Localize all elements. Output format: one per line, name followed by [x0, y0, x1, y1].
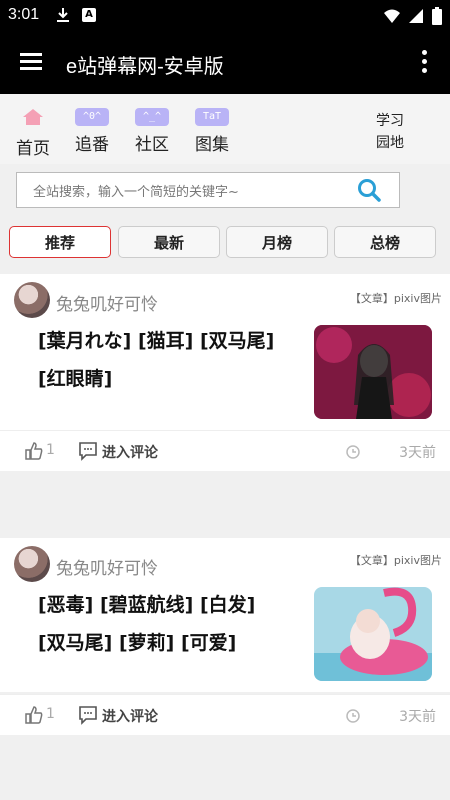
tags-line: [葉月れな] [猫耳] [双马尾] [38, 330, 275, 352]
status-bar: 3:01 A [0, 0, 450, 32]
post-meta: 【文章】pixiv图片 [349, 554, 442, 567]
wifi-icon [384, 9, 400, 23]
post-tags[interactable]: [恶毒] [碧蓝航线] [白发] [双马尾] [萝莉] [可爱] [38, 586, 288, 662]
post-author[interactable]: 兔兔叽好可怜 [56, 554, 158, 579]
nav-label: 图集 [195, 135, 229, 155]
nav-item-gallery[interactable]: TaT 图集 [187, 108, 237, 155]
search-box[interactable]: 全站搜索，输入一个简短的关键字~ [16, 172, 400, 208]
clock-icon [346, 709, 360, 723]
nav-label: 社区 [135, 135, 169, 155]
app-notification-icon: A [82, 8, 96, 22]
post-meta: 【文章】pixiv图片 [349, 292, 442, 305]
nav-item-anime[interactable]: ^0^ 追番 [67, 108, 117, 155]
home-icon [23, 109, 43, 125]
post-thumbnail[interactable] [314, 587, 432, 681]
post-actions: 1 进入评论 3天前 [0, 694, 450, 735]
like-count: 1 [46, 706, 55, 722]
download-icon [57, 8, 69, 22]
tab-all-time[interactable]: 总榜 [334, 226, 436, 258]
post-time: 3天前 [399, 709, 436, 725]
post-time: 3天前 [399, 445, 436, 461]
comment-icon[interactable] [78, 441, 98, 461]
like-count: 1 [46, 442, 55, 458]
tags-line: [红眼睛] [38, 368, 113, 390]
study-area-link[interactable]: 学习 园地 [370, 110, 410, 154]
thumbs-up-icon[interactable] [24, 705, 44, 725]
comment-link[interactable]: 进入评论 [102, 706, 158, 726]
post-thumbnail[interactable] [314, 325, 432, 419]
post-card[interactable]: 兔兔叽好可怜 【文章】pixiv图片 [葉月れな] [猫耳] [双马尾] [红眼… [0, 274, 450, 430]
clock-icon [346, 445, 360, 459]
avatar[interactable] [14, 282, 50, 318]
tab-monthly[interactable]: 月榜 [226, 226, 328, 258]
post-card[interactable]: 兔兔叽好可怜 【文章】pixiv图片 [恶毒] [碧蓝航线] [白发] [双马尾… [0, 538, 450, 692]
tags-line: [恶毒] [碧蓝航线] [白发] [38, 594, 256, 616]
kaomoji-icon: ^0^ [75, 108, 109, 126]
kaomoji-icon: TaT [195, 108, 229, 126]
nav-label: 追番 [75, 135, 109, 155]
study-line2: 园地 [376, 135, 404, 151]
search-icon[interactable] [357, 178, 381, 202]
post-actions: 1 进入评论 3天前 [0, 430, 450, 471]
ranking-tabs: 推荐 最新 月榜 总榜 [0, 224, 450, 264]
tab-recommended[interactable]: 推荐 [9, 226, 111, 258]
tab-latest[interactable]: 最新 [118, 226, 220, 258]
more-options-icon[interactable] [422, 50, 428, 74]
comment-link[interactable]: 进入评论 [102, 442, 158, 462]
kaomoji-icon: ^_^ [135, 108, 169, 126]
post-tags[interactable]: [葉月れな] [猫耳] [双马尾] [红眼睛] [38, 322, 288, 398]
battery-icon [432, 7, 442, 25]
tags-line: [双马尾] [萝莉] [可爱] [38, 632, 237, 654]
nav-item-community[interactable]: ^_^ 社区 [127, 108, 177, 155]
avatar[interactable] [14, 546, 50, 582]
nav-label: 首页 [16, 139, 50, 159]
search-placeholder[interactable]: 全站搜索，输入一个简短的关键字~ [33, 181, 239, 200]
signal-icon [409, 9, 423, 23]
nav-item-home[interactable]: 首页 [8, 108, 58, 159]
post-author[interactable]: 兔兔叽好可怜 [56, 290, 158, 315]
comment-icon[interactable] [78, 705, 98, 725]
app-bar: e站弹幕网-安卓版 [0, 32, 450, 94]
thumbs-up-icon[interactable] [24, 441, 44, 461]
app-title: e站弹幕网-安卓版 [66, 56, 224, 78]
study-line1: 学习 [376, 113, 404, 129]
status-time: 3:01 [8, 6, 40, 23]
menu-icon[interactable] [20, 53, 42, 71]
